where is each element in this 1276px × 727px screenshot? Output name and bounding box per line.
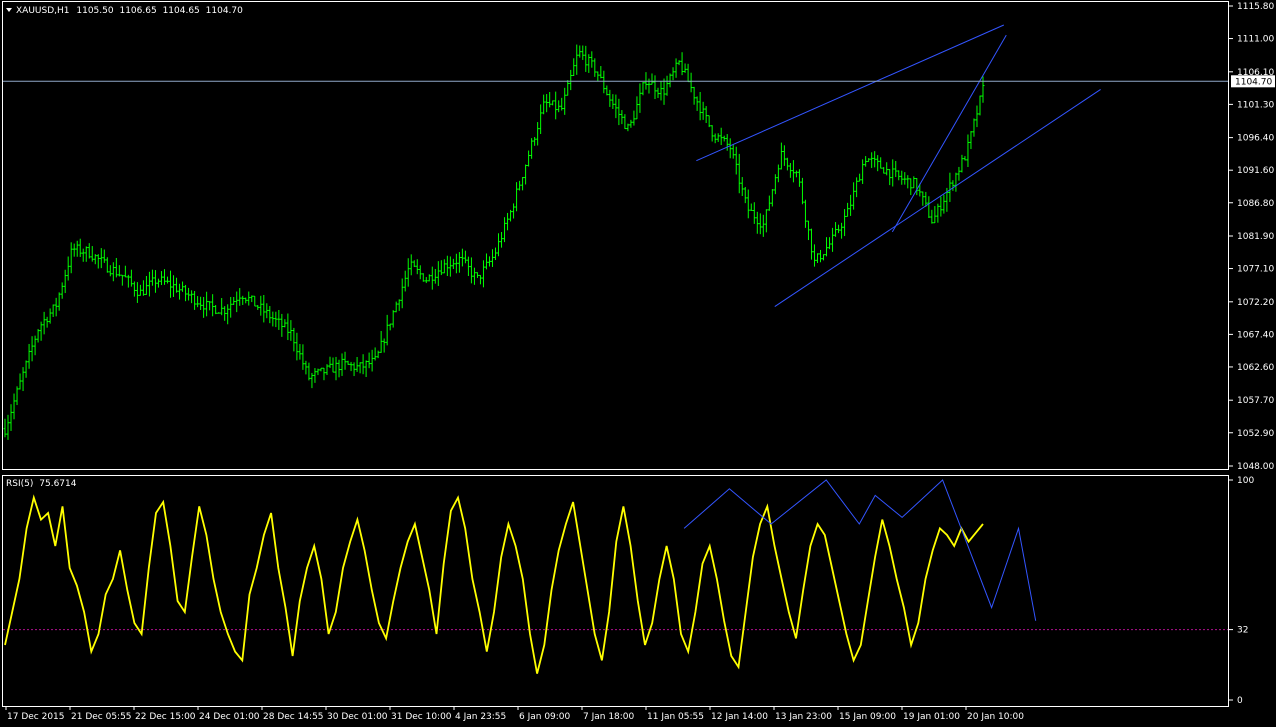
collapse-triangle-icon[interactable] (6, 8, 12, 12)
price-tick-label: 1081.90 (1237, 232, 1274, 242)
price-tick-label: 1072.20 (1237, 298, 1274, 308)
price-tick-label: 1086.80 (1237, 199, 1274, 209)
time-tick-label: 7 Jan 18:00 (583, 712, 635, 722)
time-tick-label: 28 Dec 14:55 (263, 712, 324, 722)
time-tick-label: 13 Jan 23:00 (775, 712, 832, 722)
price-tick-label: 1067.40 (1237, 330, 1274, 340)
time-tick-label: 24 Dec 01:00 (199, 712, 260, 722)
time-tick-label: 21 Dec 05:55 (71, 712, 132, 722)
time-tick-label: 15 Jan 09:00 (839, 712, 896, 722)
price-tick-label: 1062.60 (1237, 363, 1274, 373)
time-tick-label: 11 Jan 05:55 (647, 712, 704, 722)
time-tick-label: 19 Jan 01:00 (903, 712, 960, 722)
time-tick-label: 6 Jan 09:00 (519, 712, 571, 722)
price-tick-label: 1048.00 (1237, 462, 1274, 472)
trendline-3[interactable] (891, 34, 1007, 233)
rsi-tick-label: 0 (1237, 696, 1243, 706)
time-tick-label: 22 Dec 15:00 (135, 712, 196, 722)
rsi-trendline[interactable] (683, 479, 1037, 621)
price-tick-label: 1077.10 (1237, 265, 1274, 275)
price-tick-label: 1091.60 (1237, 166, 1274, 176)
price-panel[interactable] (2, 1, 1229, 470)
price-tick-label: 1115.80 (1237, 2, 1274, 12)
time-tick-label: 20 Jan 10:00 (967, 712, 1024, 722)
rsi-line (4, 494, 984, 674)
chart-header: XAUUSD,H1 1105.50 1106.65 1104.65 1104.7… (16, 6, 243, 16)
rsi-tick-label: 32 (1237, 626, 1248, 636)
trendline-1[interactable] (696, 24, 1005, 162)
time-tick-label: 4 Jan 23:55 (455, 712, 506, 722)
time-tick-label: 17 Dec 2015 (7, 712, 65, 722)
price-tick-label: 1057.70 (1237, 396, 1274, 406)
price-tick-label: 1096.40 (1237, 134, 1274, 144)
current-price-marker: 1104.70 (3, 75, 1275, 88)
trendline-2[interactable] (774, 89, 1101, 307)
time-tick-label: 30 Dec 01:00 (327, 712, 388, 722)
time-tick-label: 12 Jan 14:00 (711, 712, 768, 722)
price-tick-label: 1101.30 (1237, 100, 1274, 110)
rsi-header: RSI(5) 75.6714 (6, 479, 77, 489)
price-tick-label: 1052.90 (1237, 429, 1274, 439)
current-price-label: 1104.70 (1235, 77, 1272, 87)
chart-canvas[interactable]: 1115.801111.001106.101101.301096.401091.… (0, 0, 1276, 727)
price-tick-label: 1111.00 (1237, 35, 1274, 45)
rsi-panel[interactable] (2, 475, 1229, 707)
time-tick-label: 31 Dec 10:00 (391, 712, 452, 722)
rsi-tick-label: 100 (1237, 476, 1254, 486)
